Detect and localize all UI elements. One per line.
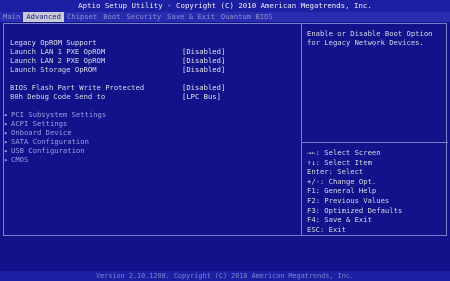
main-panel: Legacy OpROM Support Launch LAN 1 PXE Op…	[3, 23, 448, 236]
key-help-save-exit: F4: Save & Exit	[307, 215, 372, 225]
submenu-arrow-icon: ▸	[4, 155, 9, 164]
setting-label: Launch LAN 1 PXE OpROM	[10, 47, 106, 56]
key-help-esc-exit: ESC: Exit	[307, 224, 346, 234]
submenu-label: CMOS	[11, 155, 29, 164]
tab-save-exit[interactable]: Save & Exit	[164, 12, 218, 22]
setting-80h-debug-code[interactable]: 80h Debug Code Send to [LPC Bus]	[10, 92, 221, 101]
help-divider	[302, 142, 448, 143]
tab-advanced[interactable]: Advanced	[23, 12, 64, 22]
submenu-arrow-icon: ▸	[4, 128, 9, 137]
setting-label: 80h Debug Code Send to	[10, 92, 106, 101]
submenu-label: SATA Configuration	[11, 137, 89, 146]
submenu-arrow-icon: ▸	[4, 119, 9, 128]
submenu-onboard-device[interactable]: ▸ Onboard Device	[4, 128, 72, 137]
setting-value[interactable]: [LPC Bus]	[182, 92, 221, 101]
submenu-pci-subsystem[interactable]: ▸ PCI Subsystem Settings	[4, 110, 106, 119]
tab-main[interactable]: Main	[0, 12, 23, 22]
submenu-sata-configuration[interactable]: ▸ SATA Configuration	[4, 137, 89, 146]
setting-value[interactable]: [Disabled]	[182, 65, 225, 74]
submenu-arrow-icon: ▸	[4, 110, 9, 119]
key-help-enter: Enter: Select	[307, 167, 364, 177]
submenu-label: USB Configuration	[11, 146, 85, 155]
setting-value[interactable]: [Disabled]	[182, 83, 225, 92]
setting-value[interactable]: [Disabled]	[182, 47, 225, 56]
submenu-arrow-icon: ▸	[4, 137, 9, 146]
tab-security[interactable]: Security	[124, 12, 165, 22]
title-bar: Aptio Setup Utility - Copyright (C) 2010…	[0, 0, 450, 12]
tab-bar: Main Advanced Chipset Boot Security Save & Ex…	[0, 12, 450, 22]
setting-bios-flash-write-protected[interactable]: BIOS Flash Part Write Protected [Disable…	[10, 83, 225, 92]
footer-version: Version 2.10.1208. Copyright (C) 2010 Am…	[0, 271, 450, 281]
tab-chipset[interactable]: Chipset	[64, 12, 100, 22]
submenu-label: ACPI Settings	[11, 119, 68, 128]
setting-launch-storage-oprom[interactable]: Launch Storage OpROM [Disabled]	[10, 65, 225, 74]
setting-launch-lan2-pxe-oprom[interactable]: Launch LAN 2 PXE OpROM [Disabled]	[10, 56, 225, 65]
key-help: →←: Select Screen ↑↓: Select Item Enter:…	[307, 148, 447, 234]
key-help-change-opt: +/-: Change Opt.	[307, 176, 377, 186]
setting-label: Launch Storage OpROM	[10, 65, 97, 74]
setting-value[interactable]: [Disabled]	[182, 56, 225, 65]
help-text: Enable or Disable Boot Option for Legacy…	[307, 29, 433, 47]
submenu-label: Onboard Device	[11, 128, 72, 137]
panel-divider	[301, 24, 302, 235]
setting-label: BIOS Flash Part Write Protected	[10, 83, 145, 92]
tab-quantum-bios[interactable]: Quantum BIOS	[218, 12, 276, 22]
key-help-select-item: ↑↓: Select Item	[307, 157, 372, 167]
submenu-acpi-settings[interactable]: ▸ ACPI Settings	[4, 119, 67, 128]
submenu-cmos[interactable]: ▸ CMOS	[4, 155, 28, 164]
submenu-usb-configuration[interactable]: ▸ USB Configuration	[4, 146, 85, 155]
key-help-previous-values: F2: Previous Values	[307, 195, 390, 205]
section-heading: Legacy OpROM Support	[10, 38, 97, 47]
setting-label: Launch LAN 2 PXE OpROM	[10, 56, 106, 65]
submenu-label: PCI Subsystem Settings	[11, 110, 107, 119]
setting-launch-lan1-pxe-oprom[interactable]: Launch LAN 1 PXE OpROM [Disabled]	[10, 47, 225, 56]
submenu-arrow-icon: ▸	[4, 146, 9, 155]
key-help-select-screen: →←: Select Screen	[307, 148, 381, 157]
tab-boot[interactable]: Boot	[100, 12, 123, 22]
key-help-general-help: F1: General Help	[307, 186, 377, 196]
key-help-optimized-defaults: F3: Optimized Defaults	[307, 205, 403, 215]
